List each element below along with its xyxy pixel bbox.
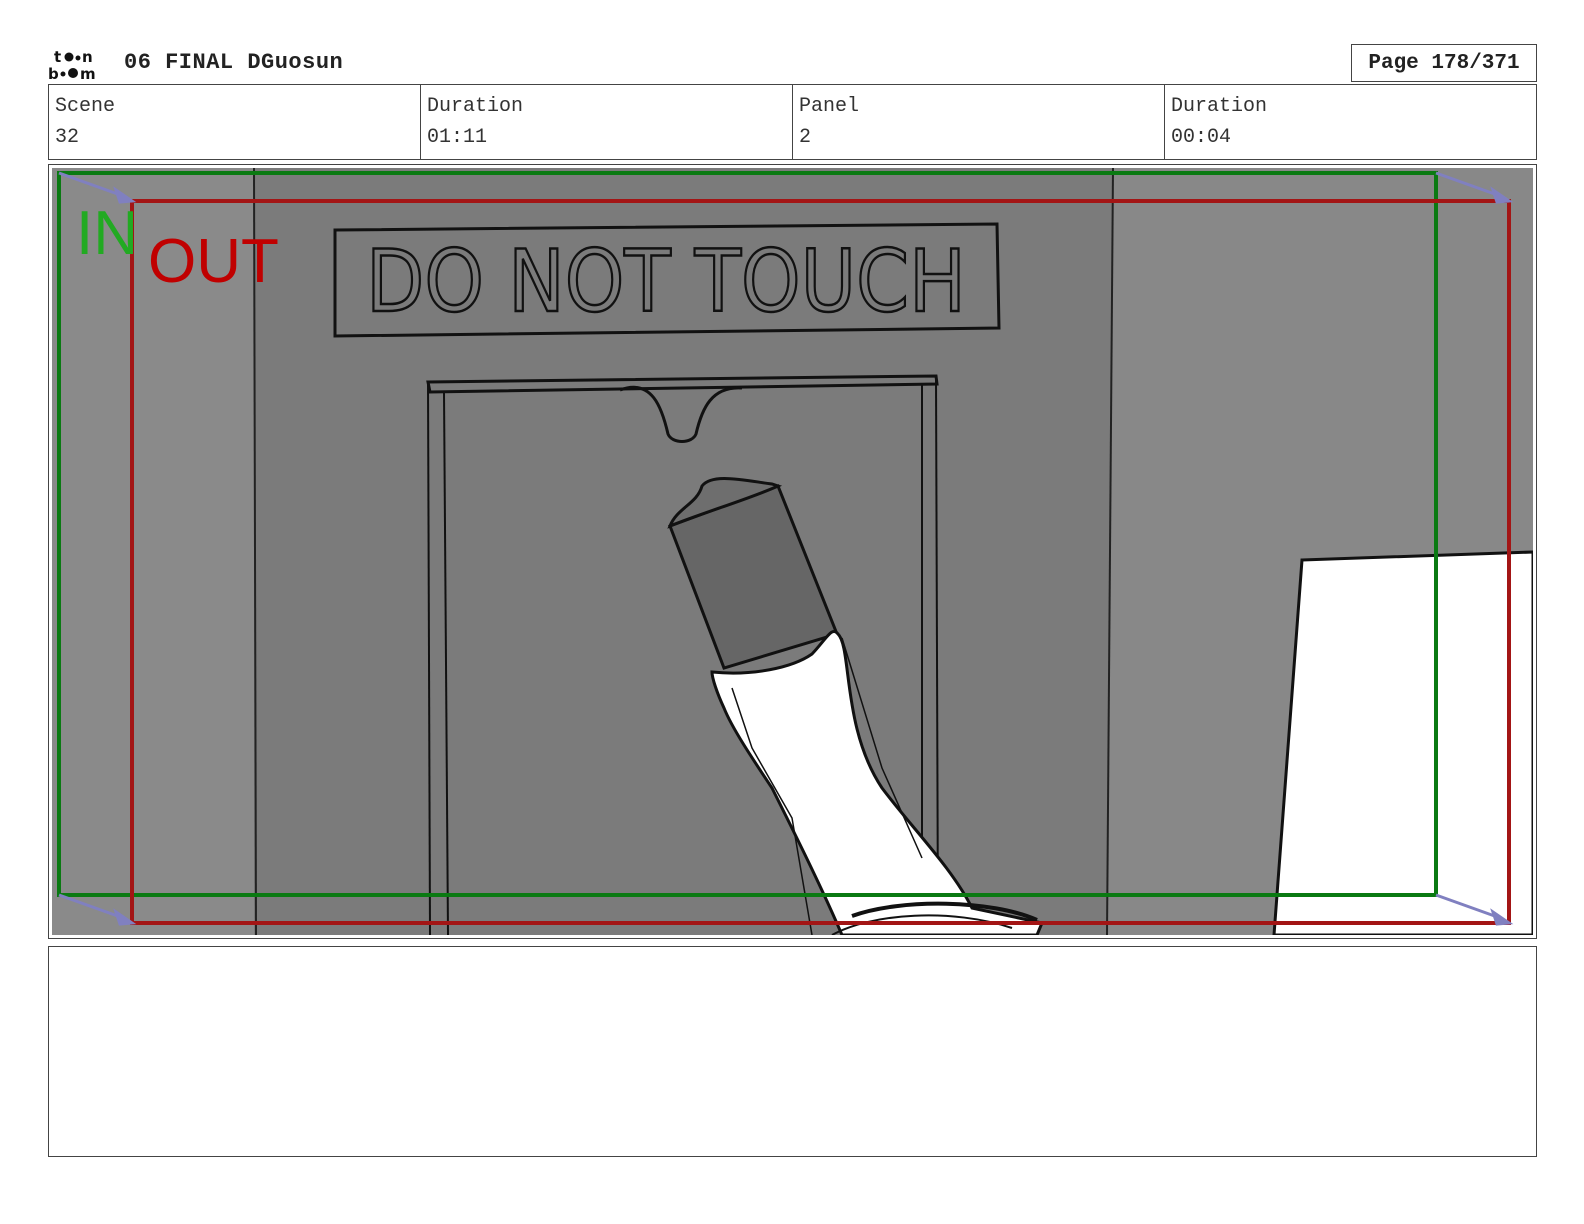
do-not-touch-sign: DO NOT TOUCH [333, 222, 1001, 338]
scene-cell: Scene 32 [49, 85, 421, 159]
scene-label: Scene [55, 95, 116, 118]
svg-text:m: m [80, 65, 96, 82]
toon-boom-logo: t n b m [48, 48, 106, 83]
svg-text:b: b [48, 65, 59, 82]
panel-info-table: Scene 32 Duration 01:11 Panel 2 Duration… [48, 84, 1537, 160]
panel-duration-label: Duration [1171, 95, 1268, 118]
sign-text: DO NOT TOUCH [366, 232, 966, 332]
in-label: IN [76, 199, 138, 268]
scene-duration-cell: Duration 01:11 [421, 85, 793, 159]
svg-text:n: n [82, 48, 93, 66]
scene-value: 32 [55, 126, 80, 149]
svg-text:t: t [54, 48, 61, 66]
panel-label: Panel [799, 95, 860, 118]
page-counter: Page 178/371 [1351, 44, 1537, 82]
project-title: 06 FINAL DGuosun [124, 50, 344, 75]
panel-drawing: DO NOT TOUCH IN OUT [52, 168, 1533, 935]
scene-duration-value: 01:11 [427, 126, 488, 149]
panel-duration-cell: Duration 00:04 [1165, 85, 1536, 159]
panel-value: 2 [799, 126, 812, 149]
scene-duration-label: Duration [427, 95, 524, 118]
storyboard-panel: DO NOT TOUCH IN OUT [48, 164, 1537, 939]
page-header: t n b m 06 FINAL DGuosun Page 178/371 [48, 44, 1537, 84]
out-label: OUT [148, 227, 279, 296]
panel-cell: Panel 2 [793, 85, 1165, 159]
white-box-object [1272, 550, 1533, 935]
panel-duration-value: 00:04 [1171, 126, 1232, 149]
notes-box[interactable] [48, 946, 1537, 1157]
